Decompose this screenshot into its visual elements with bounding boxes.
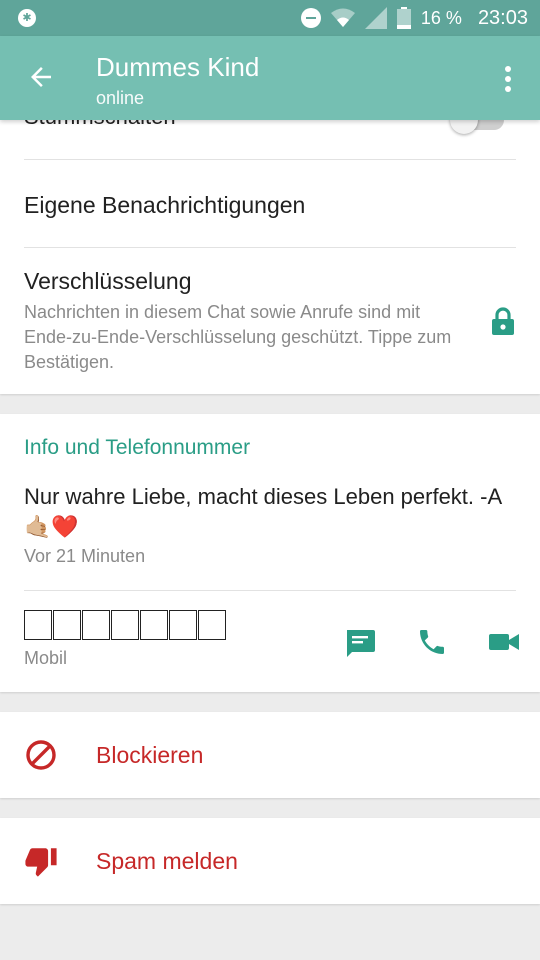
battery-percent: 16 % [420, 7, 462, 28]
settings-card: Stummschalten Eigene Benachrichtigungen … [0, 96, 540, 394]
about-emojis: 🤙🏼❤️ [24, 514, 79, 539]
thumbs-down-icon [25, 848, 57, 877]
divider [24, 247, 516, 248]
block-row[interactable]: Blockieren [0, 712, 540, 798]
lock-icon[interactable] [490, 306, 516, 336]
back-arrow-icon[interactable] [26, 62, 56, 92]
block-button[interactable]: Blockieren [96, 742, 203, 769]
about-timestamp: Vor 21 Minuten [24, 546, 146, 566]
contact-status: online [96, 88, 145, 108]
about-text: Nur wahre Liebe, macht dieses Leben perf… [24, 482, 504, 542]
contact-name: Dummes Kind [96, 52, 260, 82]
report-spam-button[interactable]: Spam melden [96, 848, 238, 875]
app-bar: Dummes Kind online [0, 36, 540, 120]
status-bar: ✱ 16 % 23:03 [0, 0, 540, 36]
encryption-item[interactable]: Verschlüsselung [24, 268, 192, 295]
video-call-icon[interactable] [488, 626, 520, 658]
clock: 23:03 [477, 6, 528, 29]
message-icon[interactable] [344, 626, 376, 658]
custom-notifications-item[interactable]: Eigene Benachrichtigungen [24, 192, 305, 219]
notification-icon: ✱ [18, 9, 36, 27]
divider [24, 159, 516, 160]
phone-type-label: Mobil [24, 648, 68, 668]
do-not-disturb-icon [300, 8, 321, 28]
battery-icon [396, 7, 411, 29]
wifi-icon [330, 8, 355, 27]
overflow-menu-icon[interactable] [498, 64, 518, 94]
phone-call-icon[interactable] [416, 626, 448, 658]
divider [24, 590, 516, 591]
info-section-title: Info und Telefonnummer [24, 436, 251, 459]
report-spam-row[interactable]: Spam melden [0, 818, 540, 904]
signal-icon [364, 7, 387, 29]
about-text-body: Nur wahre Liebe, macht dieses Leben perf… [24, 484, 503, 509]
encryption-description: Nachrichten in diesem Chat sowie Anrufe … [24, 302, 452, 372]
info-card: Info und Telefonnummer Nur wahre Liebe, … [0, 414, 540, 692]
phone-number-redacted[interactable] [24, 610, 227, 640]
block-icon [26, 740, 56, 770]
